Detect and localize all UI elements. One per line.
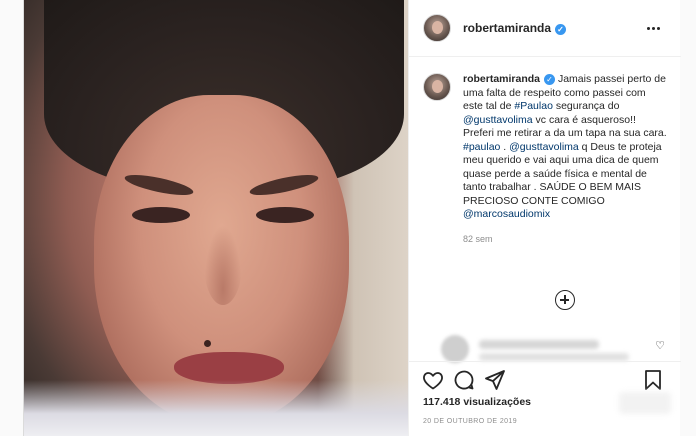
post-header: robertamiranda ✓	[409, 0, 681, 57]
post-video[interactable]	[24, 0, 408, 436]
caption-text: robertamiranda ✓ Jamais passei perto de u…	[463, 73, 667, 222]
caption-section: robertamiranda ✓ Jamais passei perto de u…	[409, 57, 681, 329]
mention-link[interactable]: @gusttavolima	[509, 141, 579, 153]
caption-username[interactable]: robertamiranda	[463, 73, 540, 85]
mention-link[interactable]: @gusttavolima	[463, 114, 533, 126]
author-username[interactable]: robertamiranda ✓	[463, 21, 567, 35]
action-icons	[421, 368, 669, 394]
caption-seg-2: segurança do	[552, 100, 620, 112]
video-collar	[24, 380, 408, 436]
hashtag-link[interactable]: #paulao	[463, 141, 500, 153]
blurred-element	[619, 392, 671, 414]
caption-seg-6: .	[500, 140, 510, 153]
verified-badge-icon: ✓	[555, 24, 567, 35]
post-date: 20 DE OUTUBRO DE 2019	[423, 418, 517, 425]
add-circle-icon[interactable]	[555, 290, 575, 310]
instagram-post: robertamiranda ✓ robertamiranda ✓ Jamais p…	[23, 0, 681, 436]
caption-verified-badge-icon: ✓	[544, 74, 556, 85]
video-nose	[204, 225, 242, 305]
page-background: robertamiranda ✓ robertamiranda ✓ Jamais p…	[0, 0, 696, 436]
comment-like-icon[interactable]: ♡	[655, 341, 665, 352]
time-ago: 82 sem	[463, 233, 493, 244]
post-actions: 117.418 visualizações 20 DE OUTUBRO DE 2…	[409, 361, 681, 436]
hashtag-link[interactable]: #Paulao	[514, 100, 553, 112]
caption-row: robertamiranda ✓ Jamais passei perto de u…	[423, 73, 667, 222]
more-options-icon[interactable]	[645, 20, 661, 36]
comment-icon[interactable]	[452, 368, 476, 392]
video-mole	[204, 340, 211, 347]
views-count[interactable]: 117.418 visualizações	[423, 396, 531, 408]
caption-avatar[interactable]	[423, 73, 451, 101]
video-eye-right	[256, 207, 314, 223]
views-number: 117.418	[423, 396, 461, 408]
comment-row: ♡	[423, 335, 669, 363]
comment-text-blurred-2	[479, 353, 629, 361]
author-username-text[interactable]: robertamiranda	[463, 21, 551, 35]
video-eye-left	[132, 207, 190, 223]
comment-text-blurred	[479, 340, 599, 349]
comment-avatar-blurred	[441, 335, 469, 363]
mention-link[interactable]: @marcosaudiomix	[463, 208, 550, 220]
author-avatar[interactable]	[423, 14, 451, 42]
post-sidebar: robertamiranda ✓ robertamiranda ✓ Jamais p…	[408, 0, 681, 436]
heart-icon[interactable]	[421, 368, 445, 392]
bookmark-icon[interactable]	[641, 368, 665, 392]
share-icon[interactable]	[483, 368, 507, 392]
views-label: visualizações	[463, 396, 532, 408]
